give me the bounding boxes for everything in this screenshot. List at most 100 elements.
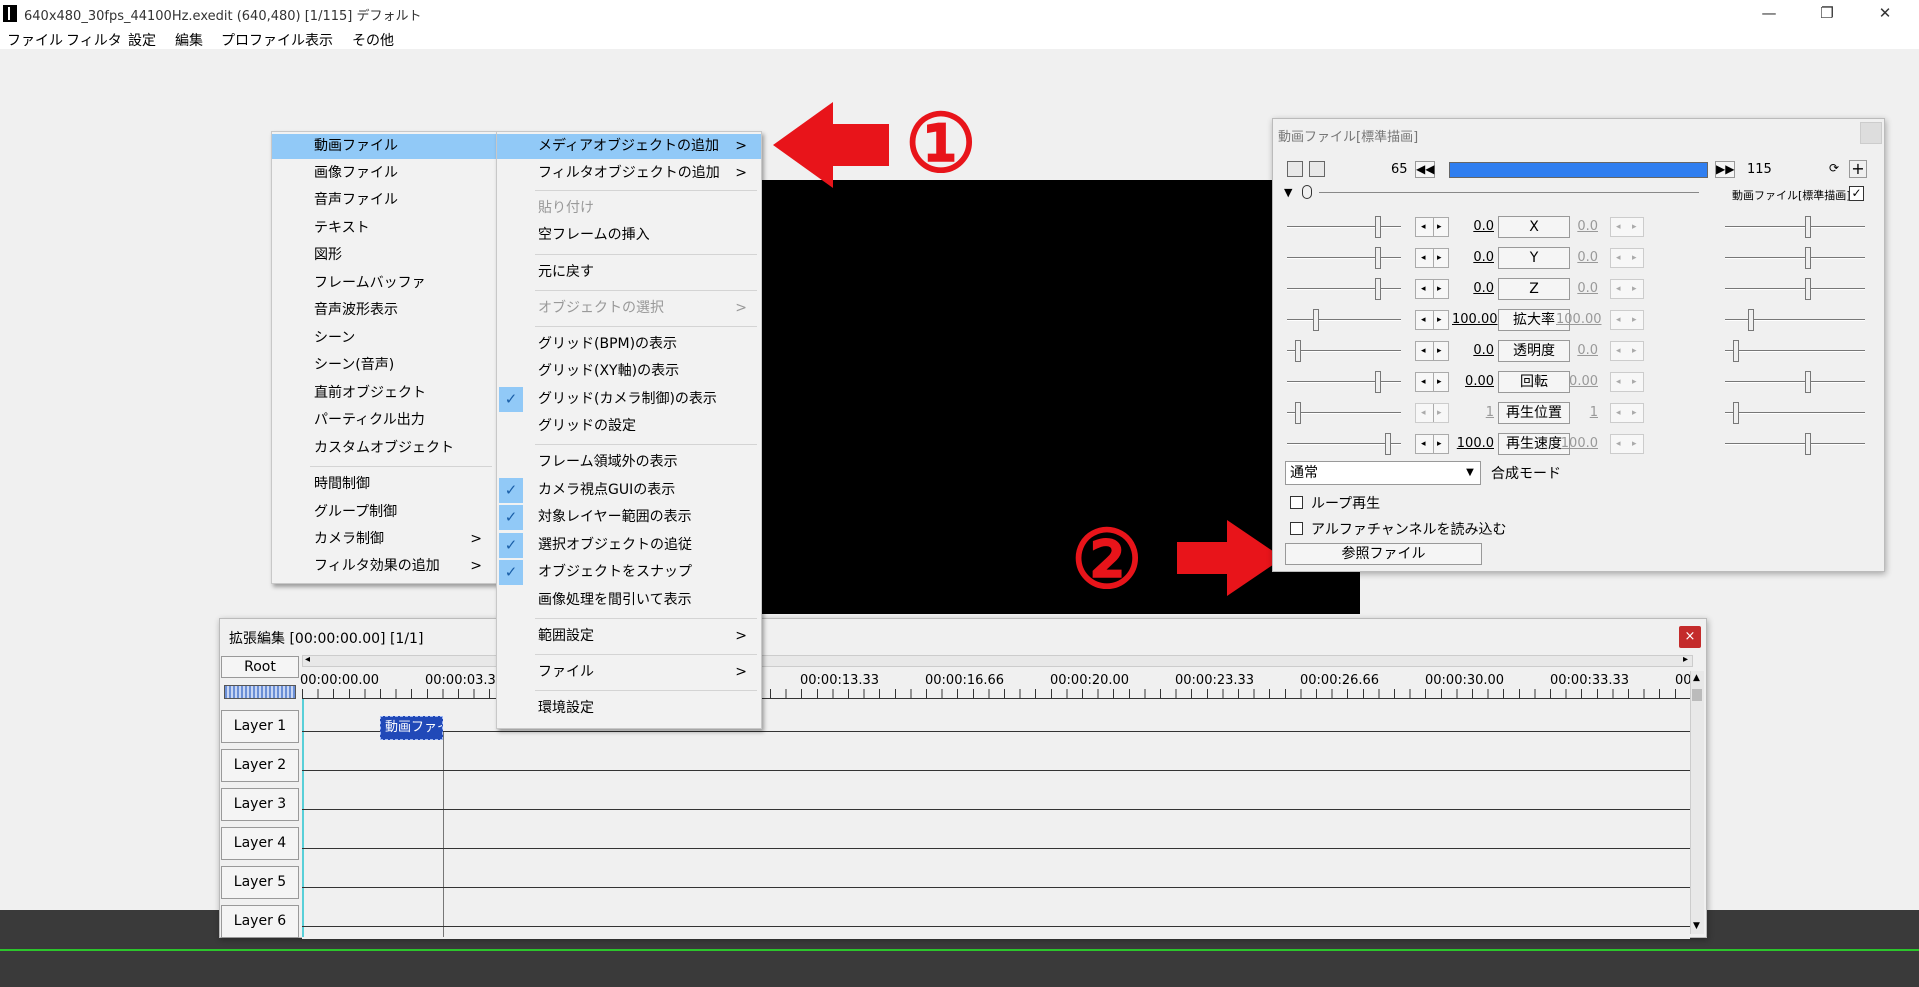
rotation-left-slider-track[interactable] xyxy=(1287,381,1401,383)
z-right-slider-thumb[interactable] xyxy=(1805,278,1811,300)
y-right-value[interactable]: 0.0 xyxy=(1556,250,1598,265)
mouse-icon[interactable] xyxy=(1302,185,1312,199)
menu-view[interactable]: 表示 xyxy=(305,30,333,50)
x-right-value[interactable]: 0.0 xyxy=(1556,219,1598,234)
x-left-stepper[interactable]: ◂ ▸ xyxy=(1415,217,1449,237)
rotation-left-value[interactable]: 0.00 xyxy=(1452,374,1494,389)
menu-item-image-file[interactable]: 画像ファイル xyxy=(272,161,496,186)
scale-right-slider-thumb[interactable] xyxy=(1748,309,1754,331)
layer-button-3[interactable]: Layer 3 xyxy=(221,788,299,821)
menu-item-framebuffer[interactable]: フレームバッファ xyxy=(272,271,496,296)
menu-item-grid-xy[interactable]: グリッド(XY軸)の表示 xyxy=(497,359,761,384)
scale-right-slider-track[interactable] xyxy=(1725,319,1865,321)
menu-item-text[interactable]: テキスト xyxy=(272,216,496,241)
playback-position-right-stepper[interactable]: ◂ ▸ xyxy=(1610,403,1644,423)
menu-item-waveform[interactable]: 音声波形表示 xyxy=(272,298,496,323)
playback-speed-left-value[interactable]: 100.0 xyxy=(1452,436,1494,451)
menu-item-camera-control[interactable]: カメラ制御 > xyxy=(272,527,496,552)
layer-button-2[interactable]: Layer 2 xyxy=(221,749,299,782)
menu-item-env-settings[interactable]: 環境設定 xyxy=(497,696,761,721)
playback-speed-left-slider-track[interactable] xyxy=(1287,443,1401,445)
opacity-left-value[interactable]: 0.0 xyxy=(1452,343,1494,358)
opacity-left-slider-thumb[interactable] xyxy=(1295,340,1301,362)
z-right-value[interactable]: 0.0 xyxy=(1556,281,1598,296)
z-left-slider-track[interactable] xyxy=(1287,288,1401,290)
opacity-left-slider-track[interactable] xyxy=(1287,350,1401,352)
close-icon[interactable] xyxy=(1860,122,1882,144)
menu-profile[interactable]: プロファイル xyxy=(221,30,305,50)
scale-left-value[interactable]: 100.00 xyxy=(1452,312,1498,327)
rotation-right-slider-track[interactable] xyxy=(1725,381,1865,383)
blend-mode-select[interactable]: 通常 ▼ xyxy=(1285,461,1481,485)
restore-icon[interactable]: ❐ xyxy=(1804,0,1850,27)
menu-item-shape[interactable]: 図形 xyxy=(272,243,496,268)
video-clip[interactable]: 動画ファイ xyxy=(380,716,443,740)
scale-left-stepper[interactable]: ◂ ▸ xyxy=(1415,310,1449,330)
menu-item-audio-file[interactable]: 音声ファイル xyxy=(272,188,496,213)
menu-item-add-filter-effect[interactable]: フィルタ効果の追加 > xyxy=(272,554,496,579)
close-icon[interactable]: ✕ xyxy=(1862,0,1908,27)
y-left-slider-track[interactable] xyxy=(1287,257,1401,259)
opacity-left-stepper[interactable]: ◂ ▸ xyxy=(1415,341,1449,361)
collapse-icon[interactable]: ▼ xyxy=(1284,186,1292,199)
menu-item-frame-outside[interactable]: フレーム領域外の表示 xyxy=(497,450,761,475)
x-left-slider-thumb[interactable] xyxy=(1375,216,1381,238)
x-left-value[interactable]: 0.0 xyxy=(1452,219,1494,234)
playback-speed-right-value[interactable]: 100.0 xyxy=(1556,436,1598,451)
menu-item-insert-empty-frame[interactable]: 空フレームの挿入 xyxy=(497,223,761,248)
y-left-value[interactable]: 0.0 xyxy=(1452,250,1494,265)
seek-end-icon[interactable]: ▶▶ xyxy=(1715,161,1735,178)
x-right-slider-track[interactable] xyxy=(1725,226,1865,228)
menu-item-select-object[interactable]: オブジェクトの選択 > xyxy=(497,296,761,321)
refresh-icon[interactable]: ⟳ xyxy=(1826,161,1842,177)
alpha-checkbox[interactable] xyxy=(1290,522,1303,535)
scroll-thumb[interactable] xyxy=(1692,689,1702,701)
add-filter-icon[interactable]: + xyxy=(1849,160,1867,178)
seek-start-icon[interactable]: ◀◀ xyxy=(1415,161,1435,178)
scroll-up-icon[interactable]: ▲ xyxy=(1693,673,1700,683)
menu-item-add-media-object[interactable]: メディアオブジェクトの追加 > xyxy=(497,134,761,159)
menu-item-add-filter-object[interactable]: フィルタオブジェクトの追加 > xyxy=(497,161,761,186)
rotation-right-stepper[interactable]: ◂ ▸ xyxy=(1610,372,1644,392)
scroll-left-icon[interactable]: ◂ xyxy=(305,654,310,665)
menu-item-time-control[interactable]: 時間制御 xyxy=(272,472,496,497)
scroll-right-icon[interactable]: ▸ xyxy=(1683,654,1688,665)
scroll-down-icon[interactable]: ▼ xyxy=(1693,921,1700,931)
menu-item-custom-object[interactable]: カスタムオブジェクト xyxy=(272,436,496,461)
menu-item-snap-object[interactable]: ✓ オブジェクトをスナップ xyxy=(497,560,761,585)
menu-item-paste[interactable]: 貼り付け xyxy=(497,196,761,221)
menu-item-scene[interactable]: シーン xyxy=(272,326,496,351)
playback-speed-right-slider-track[interactable] xyxy=(1725,443,1865,445)
menu-item-group-control[interactable]: グループ制御 xyxy=(272,500,496,525)
y-left-slider-thumb[interactable] xyxy=(1375,247,1381,269)
playback-position-right-slider-thumb[interactable] xyxy=(1733,402,1739,424)
filter-enable-checkbox[interactable]: ✓ xyxy=(1849,186,1864,201)
scale-right-stepper[interactable]: ◂ ▸ xyxy=(1610,310,1644,330)
playback-position-left-slider-thumb[interactable] xyxy=(1295,402,1301,424)
z-left-slider-thumb[interactable] xyxy=(1375,278,1381,300)
layer-area[interactable] xyxy=(302,699,1690,939)
menu-item-layer-range[interactable]: ✓ 対象レイヤー範囲の表示 xyxy=(497,505,761,530)
z-right-slider-track[interactable] xyxy=(1725,288,1865,290)
playback-speed-left-stepper[interactable]: ◂ ▸ xyxy=(1415,434,1449,454)
menu-item-grid-settings[interactable]: グリッドの設定 xyxy=(497,414,761,439)
z-left-stepper[interactable]: ◂ ▸ xyxy=(1415,279,1449,299)
playback-position-right-slider-track[interactable] xyxy=(1725,412,1865,414)
seek-bar[interactable] xyxy=(1449,162,1708,178)
film-icon[interactable] xyxy=(1287,161,1303,177)
z-right-stepper[interactable]: ◂ ▸ xyxy=(1610,279,1644,299)
menu-item-grid-bpm[interactable]: グリッド(BPM)の表示 xyxy=(497,332,761,357)
x-right-slider-thumb[interactable] xyxy=(1805,216,1811,238)
rotation-left-stepper[interactable]: ◂ ▸ xyxy=(1415,372,1449,392)
minimize-icon[interactable]: — xyxy=(1746,0,1792,27)
menu-item-scene-audio[interactable]: シーン(音声) xyxy=(272,353,496,378)
rotation-right-value[interactable]: 0.00 xyxy=(1556,374,1598,389)
menu-file[interactable]: ファイル xyxy=(7,30,63,50)
scale-left-slider-thumb[interactable] xyxy=(1313,309,1319,331)
y-right-slider-track[interactable] xyxy=(1725,257,1865,259)
menu-item-video-file[interactable]: 動画ファイル xyxy=(272,134,496,159)
playback-position-right-value[interactable]: 1 xyxy=(1556,405,1598,420)
rotation-left-slider-thumb[interactable] xyxy=(1375,371,1381,393)
image-icon[interactable] xyxy=(1309,161,1325,177)
menu-settings[interactable]: 設定 xyxy=(128,30,156,50)
